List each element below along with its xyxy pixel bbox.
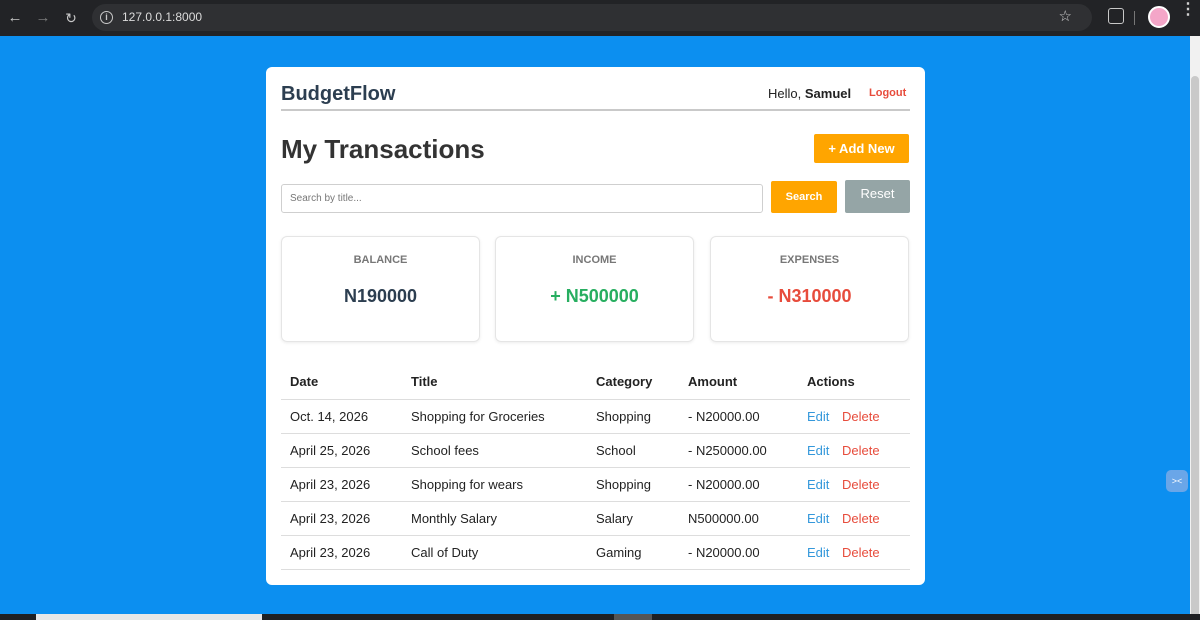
balance-card: BALANCE N190000 <box>281 236 480 342</box>
page-title: My Transactions <box>281 134 485 164</box>
delete-link[interactable]: Delete <box>842 477 880 492</box>
column-header-title: Title <box>402 364 587 400</box>
column-header-date: Date <box>281 364 402 400</box>
site-info-icon[interactable]: i <box>100 11 113 24</box>
taskbar-item[interactable] <box>614 614 652 620</box>
forward-arrow-icon[interactable]: → <box>33 8 53 28</box>
search-button[interactable]: Search <box>771 181 837 213</box>
table-header-row: Date Title Category Amount Actions <box>281 364 910 400</box>
transactions-card: BudgetFlow Hello, Samuel Logout My Trans… <box>266 67 925 585</box>
transactions-table: Date Title Category Amount Actions Oct. … <box>281 364 910 570</box>
cell-date: April 23, 2026 <box>281 467 402 502</box>
cell-category: School <box>587 433 679 468</box>
browser-toolbar: ← → ↻ i 127.0.0.1:8000 ☆ ⋮ <box>0 0 1200 36</box>
cell-amount: N500000.00 <box>679 501 798 536</box>
cell-date: April 23, 2026 <box>281 535 402 570</box>
cell-title: School fees <box>402 433 587 468</box>
address-bar[interactable]: i 127.0.0.1:8000 ☆ <box>92 4 1092 31</box>
edit-link[interactable]: Edit <box>807 443 829 458</box>
greeting-text: Hello, <box>768 86 802 101</box>
logout-link[interactable]: Logout <box>869 87 906 99</box>
balance-label: BALANCE <box>353 254 408 266</box>
cell-actions: Edit Delete <box>798 501 910 536</box>
table-row: April 23, 2026 Shopping for wears Shoppi… <box>281 467 910 502</box>
cell-actions: Edit Delete <box>798 433 910 468</box>
cell-date: April 25, 2026 <box>281 433 402 468</box>
brand-logo[interactable]: BudgetFlow <box>281 83 395 106</box>
cell-amount: - N20000.00 <box>679 467 798 502</box>
cell-category: Salary <box>587 501 679 536</box>
floating-assistant-icon[interactable]: >< <box>1166 470 1188 492</box>
page-scrollbar[interactable] <box>1190 36 1200 620</box>
cell-amount: - N20000.00 <box>679 399 798 434</box>
toolbar-divider <box>1134 11 1135 25</box>
edit-link[interactable]: Edit <box>807 511 829 526</box>
cell-category: Gaming <box>587 535 679 570</box>
table-row: April 23, 2026 Monthly Salary Salary N50… <box>281 501 910 536</box>
kebab-menu-icon[interactable]: ⋮ <box>1180 2 1196 18</box>
column-header-category: Category <box>587 364 679 400</box>
cell-title: Call of Duty <box>402 535 587 570</box>
profile-avatar-icon[interactable] <box>1148 6 1170 28</box>
cell-category: Shopping <box>587 467 679 502</box>
expenses-label: EXPENSES <box>779 254 840 266</box>
scrollbar-thumb[interactable] <box>1191 76 1199 620</box>
income-value: + N500000 <box>550 286 639 306</box>
reload-icon[interactable]: ↻ <box>61 8 81 28</box>
taskbar-item[interactable] <box>36 614 262 620</box>
cell-amount: - N250000.00 <box>679 433 798 468</box>
url-text[interactable]: 127.0.0.1:8000 <box>122 10 202 24</box>
table-row: Oct. 14, 2026 Shopping for Groceries Sho… <box>281 399 910 434</box>
edit-link[interactable]: Edit <box>807 545 829 560</box>
expenses-value: - N310000 <box>767 286 852 306</box>
cell-amount: - N20000.00 <box>679 535 798 570</box>
income-label: INCOME <box>572 254 617 266</box>
reset-button[interactable]: Reset <box>845 180 910 213</box>
delete-link[interactable]: Delete <box>842 443 880 458</box>
delete-link[interactable]: Delete <box>842 545 880 560</box>
cell-date: April 23, 2026 <box>281 501 402 536</box>
add-new-button[interactable]: + Add New <box>814 134 909 163</box>
extensions-icon[interactable] <box>1108 8 1124 24</box>
cell-actions: Edit Delete <box>798 467 910 502</box>
table-row: April 23, 2026 Call of Duty Gaming - N20… <box>281 535 910 570</box>
column-header-actions: Actions <box>798 364 910 400</box>
cell-title: Shopping for wears <box>402 467 587 502</box>
delete-link[interactable]: Delete <box>842 409 880 424</box>
column-header-amount: Amount <box>679 364 798 400</box>
back-arrow-icon[interactable]: ← <box>5 8 25 28</box>
edit-link[interactable]: Edit <box>807 409 829 424</box>
table-row: April 25, 2026 School fees School - N250… <box>281 433 910 468</box>
income-card: INCOME + N500000 <box>495 236 694 342</box>
balance-value: N190000 <box>343 286 418 306</box>
search-input[interactable] <box>281 184 763 213</box>
cell-actions: Edit Delete <box>798 535 910 570</box>
cell-title: Shopping for Groceries <box>402 399 587 434</box>
cell-title: Monthly Salary <box>402 501 587 536</box>
cell-actions: Edit Delete <box>798 399 910 434</box>
cell-date: Oct. 14, 2026 <box>281 399 402 434</box>
cell-category: Shopping <box>587 399 679 434</box>
username: Samuel <box>804 86 852 101</box>
bookmark-star-icon[interactable]: ☆ <box>1059 7 1072 25</box>
edit-link[interactable]: Edit <box>807 477 829 492</box>
user-greeting: Hello, Samuel <box>768 86 851 101</box>
expenses-card: EXPENSES - N310000 <box>710 236 909 342</box>
header-divider <box>281 109 910 111</box>
delete-link[interactable]: Delete <box>842 511 880 526</box>
